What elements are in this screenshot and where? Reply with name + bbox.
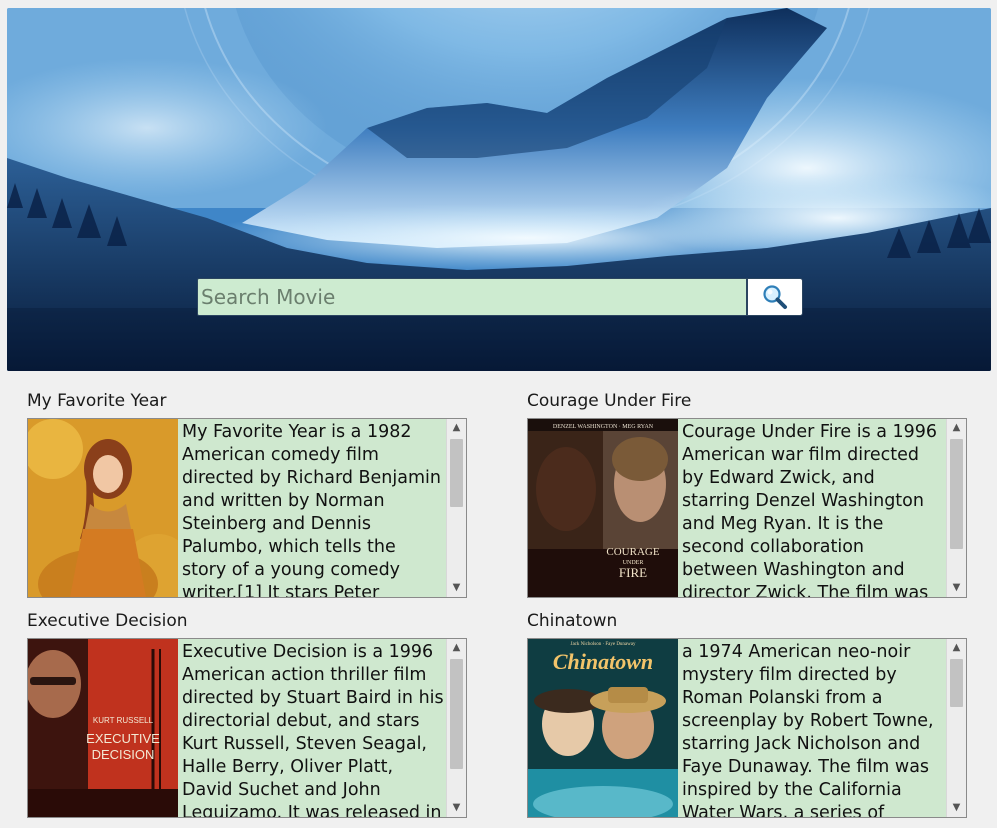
poster-credit: KURT RUSSELL [93, 716, 154, 725]
movie-description: a 1974 American neo-noir mystery film di… [682, 642, 934, 818]
chevron-up-icon[interactable]: ▲ [947, 639, 966, 657]
poster-title: COURAGE [606, 546, 659, 558]
chevron-down-icon[interactable]: ▼ [947, 799, 966, 817]
chevron-up-icon[interactable]: ▲ [947, 419, 966, 437]
poster-credit: DENZEL WASHINGTON · MEG RYAN [553, 424, 654, 430]
movie-card-body: My Favorite Year is a 1982 American come… [27, 418, 467, 598]
poster-title: FIRE [619, 565, 647, 580]
scrollbar[interactable]: ▲ ▼ [446, 419, 466, 597]
search-box [197, 278, 747, 316]
search-button[interactable] [747, 278, 803, 316]
scrollbar-thumb[interactable] [450, 659, 463, 769]
search-input[interactable] [198, 279, 746, 315]
movie-card-body: DENZEL WASHINGTON · MEG RYAN COURAGE UND… [527, 418, 967, 598]
movie-poster: Jack Nicholson · Faye Dunaway Chinatown [528, 639, 678, 817]
scrollbar[interactable]: ▲ ▼ [946, 419, 966, 597]
movie-title: Executive Decision [27, 611, 188, 631]
movie-poster [28, 419, 178, 597]
scrollbar[interactable]: ▲ ▼ [446, 639, 466, 817]
chevron-up-icon[interactable]: ▲ [447, 419, 466, 437]
movie-title: Courage Under Fire [527, 391, 692, 411]
movie-description: My Favorite Year is a 1982 American come… [182, 422, 441, 598]
chevron-down-icon[interactable]: ▼ [447, 799, 466, 817]
poster-credit: Jack Nicholson · Faye Dunaway [571, 642, 636, 647]
chevron-down-icon[interactable]: ▼ [447, 579, 466, 597]
scrollbar-thumb[interactable] [950, 659, 963, 707]
scrollbar[interactable]: ▲ ▼ [946, 639, 966, 817]
movie-poster: DENZEL WASHINGTON · MEG RYAN COURAGE UND… [528, 419, 678, 597]
scrollbar-thumb[interactable] [450, 439, 463, 507]
movie-title: Chinatown [527, 611, 618, 631]
chevron-up-icon[interactable]: ▲ [447, 639, 466, 657]
hero-banner [7, 8, 991, 371]
movie-card-body: Jack Nicholson · Faye Dunaway Chinatown … [527, 638, 967, 818]
movie-title: My Favorite Year [27, 391, 167, 411]
chevron-down-icon[interactable]: ▼ [947, 579, 966, 597]
poster-title: Chinatown [553, 649, 653, 674]
movie-poster: KURT RUSSELL EXECUTIVE DECISION [28, 639, 178, 817]
movie-description: Executive Decision is a 1996 American ac… [182, 642, 444, 818]
movie-description: Courage Under Fire is a 1996 American wa… [682, 422, 938, 598]
magnifier-icon [763, 285, 787, 309]
poster-title: EXECUTIVE [86, 731, 160, 746]
movie-card-body: KURT RUSSELL EXECUTIVE DECISION Executiv… [27, 638, 467, 818]
scrollbar-thumb[interactable] [950, 439, 963, 549]
poster-title: DECISION [92, 747, 155, 762]
mountain-landscape-image [7, 8, 991, 371]
